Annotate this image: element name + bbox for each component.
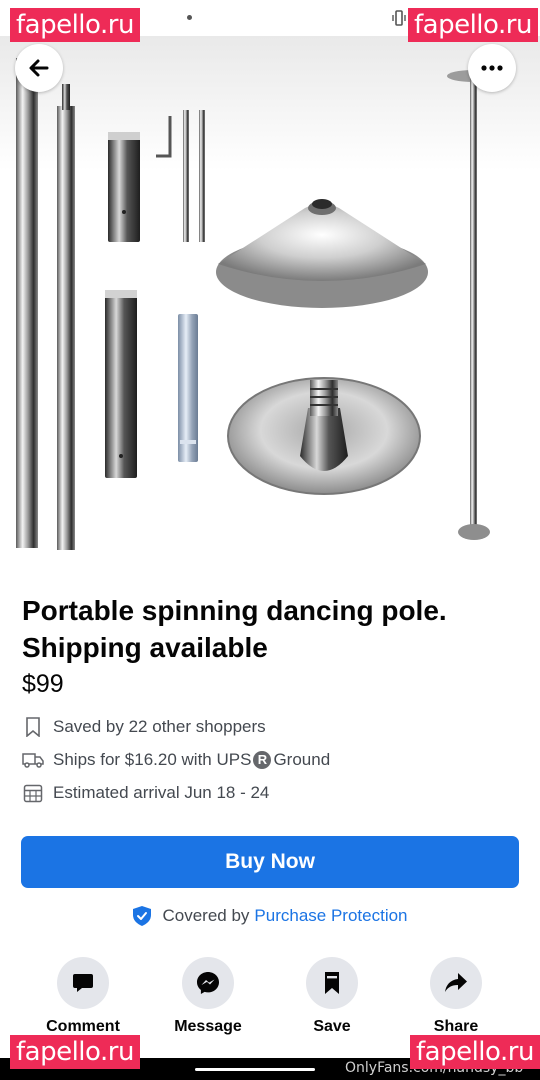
save-label: Save [313,1018,351,1035]
watermark-bottom-right: fapello.ru [410,1035,540,1069]
purchase-protection-link[interactable]: Purchase Protection [254,906,407,926]
saved-count-row: Saved by 22 other shoppers [22,715,266,739]
shipping-service-text: Ground [273,750,331,769]
purchase-protection-row: Covered by Purchase Protection [0,903,540,929]
save-action[interactable]: Save [280,957,384,1036]
more-options-button[interactable] [468,44,516,92]
arrival-text: Estimated arrival Jun 18 - 24 [53,783,270,802]
message-button[interactable] [182,957,234,1009]
comment-label: Comment [46,1018,120,1035]
save-button[interactable] [306,957,358,1009]
product-photo[interactable] [0,36,540,576]
notification-dot [187,15,192,20]
arrival-row: Estimated arrival Jun 18 - 24 [22,781,269,805]
comment-action[interactable]: Comment [31,957,135,1036]
shield-check-icon [133,906,152,926]
back-button[interactable] [15,44,63,92]
watermark-top-left: fapello.ru [10,8,140,42]
truck-icon [22,749,44,771]
message-action[interactable]: Message [156,957,260,1036]
bookmark-outline-icon [22,716,44,738]
share-label: Share [433,1018,479,1035]
watermark-top-right: fapello.ru [408,8,538,42]
home-indicator[interactable] [195,1068,315,1071]
comment-icon [73,974,93,992]
protection-prefix: Covered by [162,906,250,925]
share-button[interactable] [430,957,482,1009]
buy-now-button[interactable]: Buy Now [21,836,519,888]
back-arrow-icon [29,59,49,77]
comment-button[interactable] [57,957,109,1009]
message-label: Message [174,1018,242,1035]
pole-kit-illustration [0,36,540,576]
listing-price: $99 [22,670,64,698]
watermark-bottom-left: fapello.ru [10,1035,140,1069]
shipping-text: Ships for $16.20 with UPS [53,750,252,769]
share-icon [445,973,467,992]
share-action[interactable]: Share [404,957,508,1036]
listing-title: Portable spinning dancing pole. Shipping… [22,595,447,663]
registered-mark-icon: R [253,751,272,769]
bookmark-icon [325,972,339,994]
shipping-row: Ships for $16.20 with UPS R Ground [22,748,330,772]
calendar-icon [22,782,44,804]
saved-count-text: Saved by 22 other shoppers [53,717,266,736]
vibrate-icon [392,10,406,26]
more-dots-icon [481,65,503,71]
messenger-icon [197,972,219,994]
